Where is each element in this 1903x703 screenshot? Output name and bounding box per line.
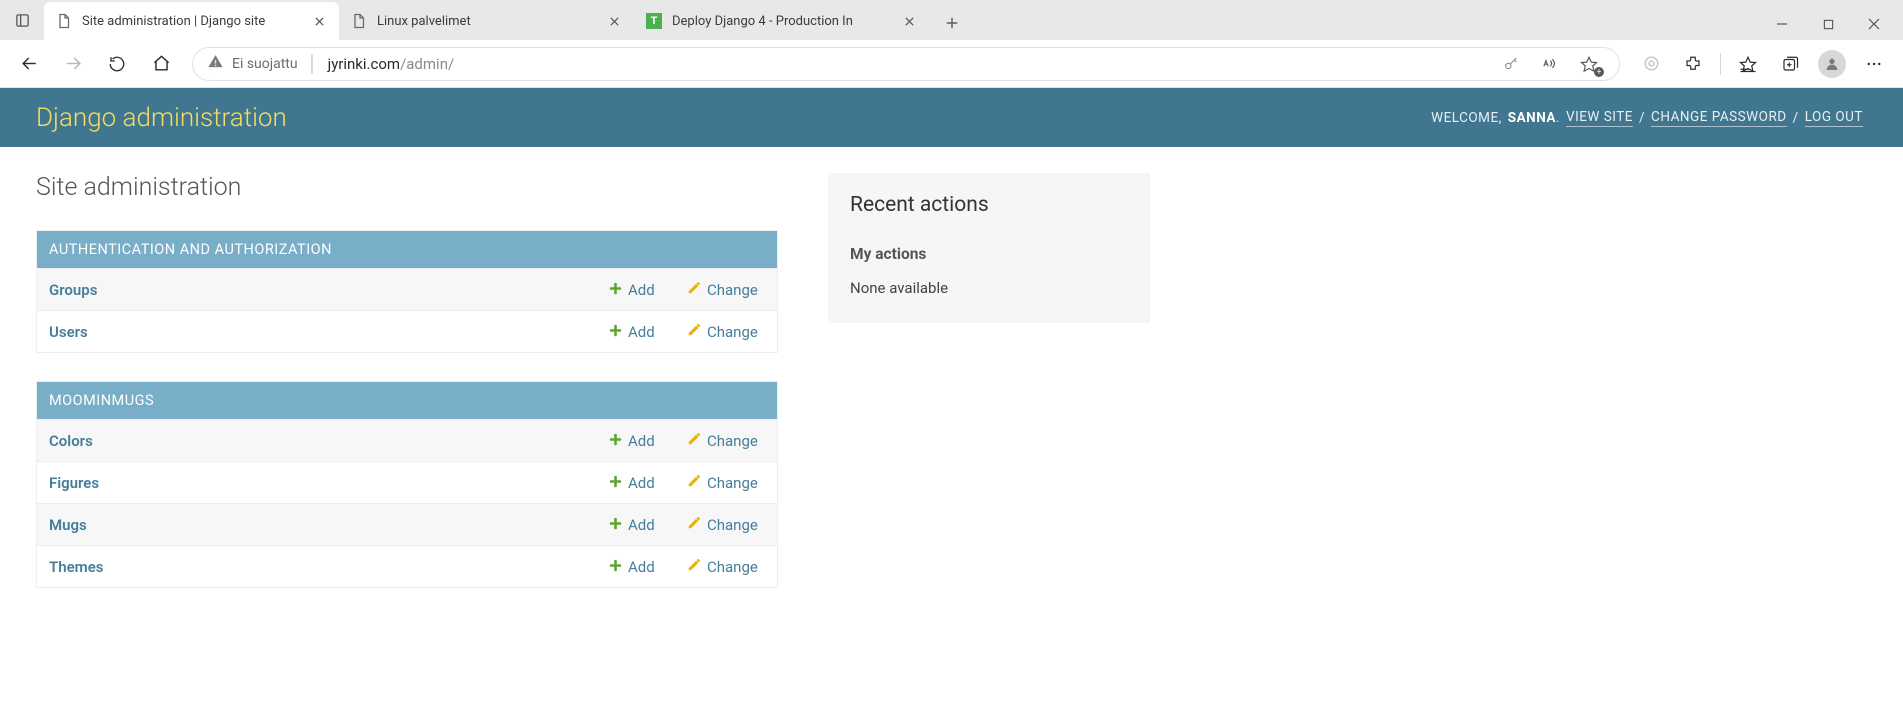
- change-link[interactable]: Change: [707, 474, 758, 492]
- tab-favicon-icon: [351, 13, 367, 29]
- username: SANNA: [1508, 110, 1556, 126]
- pencil-icon: [687, 558, 701, 576]
- pencil-icon: [687, 281, 701, 299]
- logout-link[interactable]: LOG OUT: [1805, 109, 1863, 127]
- add-link[interactable]: Add: [628, 516, 655, 534]
- read-aloud-icon[interactable]: [1535, 50, 1563, 78]
- favorites-button[interactable]: [1729, 45, 1767, 83]
- window-maximize-button[interactable]: [1805, 8, 1851, 40]
- tab-title: Site administration | Django site: [82, 14, 301, 29]
- recent-actions-empty: None available: [850, 279, 1128, 297]
- model-row: Colors Add Change: [37, 419, 777, 461]
- profile-button[interactable]: [1813, 45, 1851, 83]
- plus-icon: [609, 474, 622, 492]
- change-password-link[interactable]: CHANGE PASSWORD: [1651, 109, 1787, 127]
- django-brand[interactable]: Django administration: [36, 103, 287, 133]
- model-link[interactable]: Mugs: [49, 516, 87, 534]
- plus-icon: [609, 516, 622, 534]
- model-link[interactable]: Colors: [49, 432, 93, 450]
- plus-icon: [609, 558, 622, 576]
- my-actions-subtitle: My actions: [850, 245, 1128, 263]
- pencil-icon: [687, 516, 701, 534]
- window-controls: [1759, 8, 1897, 40]
- add-link[interactable]: Add: [628, 432, 655, 450]
- address-bar[interactable]: Ei suojattu │ jyrinki.com/admin/ +: [192, 47, 1620, 81]
- add-link[interactable]: Add: [628, 558, 655, 576]
- recent-actions-title: Recent actions: [850, 193, 1128, 217]
- change-link[interactable]: Change: [707, 558, 758, 576]
- collections-button[interactable]: [1771, 45, 1809, 83]
- pencil-icon: [687, 474, 701, 492]
- add-link[interactable]: Add: [628, 323, 655, 341]
- plus-icon: [609, 432, 622, 450]
- not-secure-icon: [207, 53, 224, 74]
- welcome-text: WELCOME,: [1431, 110, 1502, 126]
- tab-bar: Site administration | Django site Linux p…: [0, 0, 1903, 40]
- nav-home-button[interactable]: [142, 45, 180, 83]
- tab-title: Linux palvelimet: [377, 14, 596, 29]
- tab-close-button[interactable]: [606, 13, 622, 29]
- model-link[interactable]: Themes: [49, 558, 103, 576]
- security-label: Ei suojattu: [232, 56, 298, 72]
- model-link[interactable]: Groups: [49, 281, 97, 299]
- browser-toolbar: Ei suojattu │ jyrinki.com/admin/ +: [0, 40, 1903, 88]
- tab-actions-button[interactable]: [0, 0, 44, 40]
- change-link[interactable]: Change: [707, 323, 758, 341]
- window-minimize-button[interactable]: [1759, 8, 1805, 40]
- user-tools: WELCOME, SANNA. VIEW SITE / CHANGE PASSW…: [1431, 109, 1863, 127]
- model-row: Mugs Add Change: [37, 503, 777, 545]
- window-close-button[interactable]: [1851, 8, 1897, 40]
- password-key-icon[interactable]: [1497, 50, 1525, 78]
- browser-chrome: Site administration | Django site Linux p…: [0, 0, 1903, 88]
- change-link[interactable]: Change: [707, 432, 758, 450]
- app-module: MOOMINMUGS Colors Add Change Figures Add Chang…: [36, 381, 778, 588]
- model-row: Figures Add Change: [37, 461, 777, 503]
- add-link[interactable]: Add: [628, 281, 655, 299]
- browser-tab[interactable]: Site administration | Django site: [44, 2, 339, 40]
- plus-icon: [609, 281, 622, 299]
- pencil-icon: [687, 432, 701, 450]
- page-title: Site administration: [36, 173, 778, 202]
- browser-tab[interactable]: Linux palvelimet: [339, 2, 634, 40]
- nav-forward-button[interactable]: [54, 45, 92, 83]
- extension-icon[interactable]: [1632, 45, 1670, 83]
- url-text: jyrinki.com/admin/: [328, 55, 455, 73]
- nav-back-button[interactable]: [10, 45, 48, 83]
- change-link[interactable]: Change: [707, 516, 758, 534]
- new-tab-button[interactable]: [935, 6, 969, 40]
- add-link[interactable]: Add: [628, 474, 655, 492]
- model-link[interactable]: Users: [49, 323, 88, 341]
- tab-title: Deploy Django 4 - Production In: [672, 14, 891, 29]
- view-site-link[interactable]: VIEW SITE: [1566, 109, 1633, 127]
- browser-tab[interactable]: T Deploy Django 4 - Production In: [634, 2, 929, 40]
- app-caption-link[interactable]: AUTHENTICATION AND AUTHORIZATION: [49, 241, 332, 258]
- tab-favicon-icon: T: [646, 13, 662, 29]
- app-module: AUTHENTICATION AND AUTHORIZATION Groups Ad…: [36, 230, 778, 353]
- tab-close-button[interactable]: [311, 13, 327, 29]
- model-row: Themes Add Change: [37, 545, 777, 587]
- model-row: Users Add Change: [37, 310, 777, 352]
- extensions-button[interactable]: [1674, 45, 1712, 83]
- nav-refresh-button[interactable]: [98, 45, 136, 83]
- change-link[interactable]: Change: [707, 281, 758, 299]
- app-caption-link[interactable]: MOOMINMUGS: [49, 392, 154, 409]
- tab-close-button[interactable]: [901, 13, 917, 29]
- recent-actions-module: Recent actions My actions None available: [828, 173, 1150, 323]
- tab-favicon-icon: [56, 13, 72, 29]
- plus-icon: [609, 323, 622, 341]
- model-link[interactable]: Figures: [49, 474, 99, 492]
- favorites-star-icon[interactable]: +: [1573, 50, 1605, 78]
- pencil-icon: [687, 323, 701, 341]
- django-header: Django administration WELCOME, SANNA. VI…: [0, 88, 1903, 147]
- more-button[interactable]: [1855, 45, 1893, 83]
- model-row: Groups Add Change: [37, 268, 777, 310]
